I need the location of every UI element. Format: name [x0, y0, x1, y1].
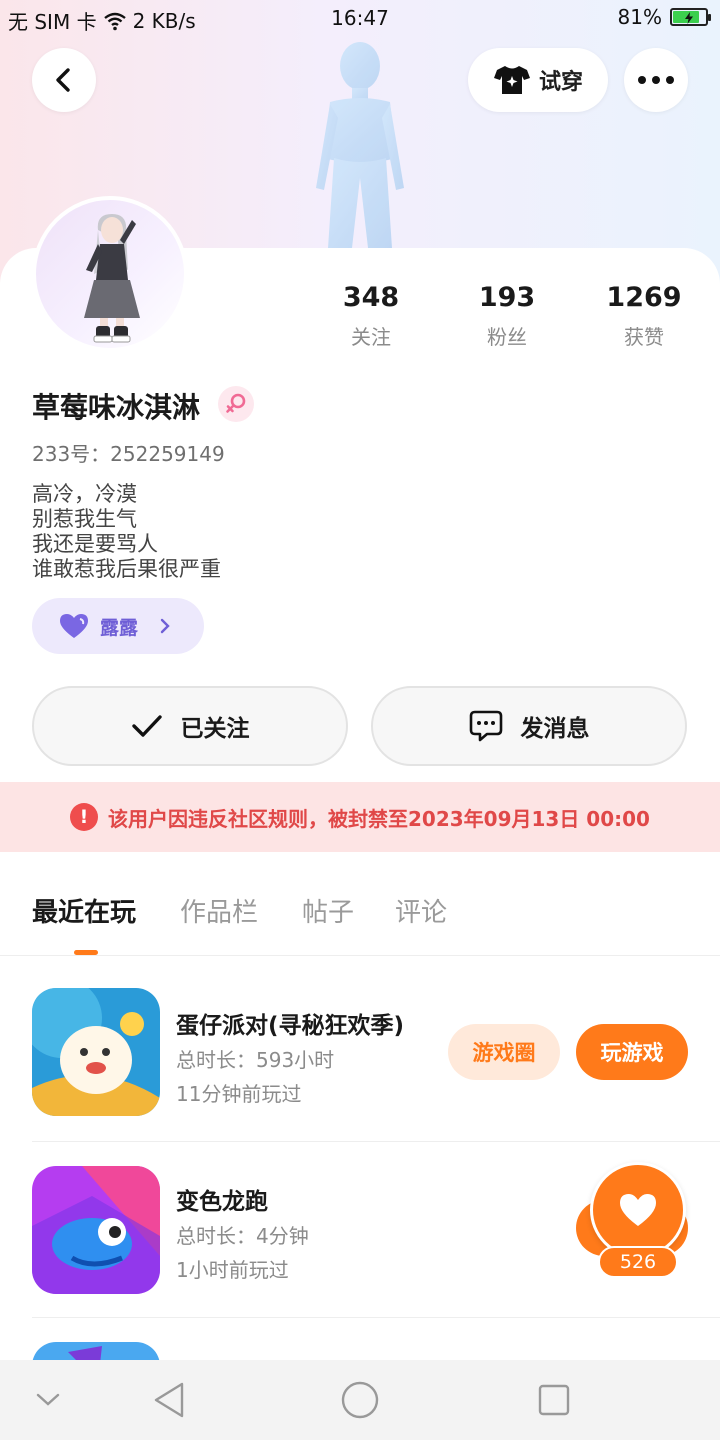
heart-icon — [620, 1194, 656, 1226]
tab-comments[interactable]: 评论 — [395, 892, 447, 929]
tshirt-icon — [493, 66, 530, 94]
stat-following[interactable]: 348 关注 — [316, 282, 426, 350]
more-options-button[interactable] — [624, 48, 688, 112]
tab-works[interactable]: 作品栏 — [180, 892, 258, 929]
chat-bubble-icon — [469, 710, 502, 742]
stat-likes[interactable]: 1269 获赞 — [589, 282, 699, 350]
bio-line: 我还是要骂人 — [32, 532, 158, 556]
stat-following-value: 348 — [342, 282, 400, 313]
followed-label: 已关注 — [180, 716, 250, 742]
game-icon-partial — [32, 1342, 160, 1360]
game-icon-eggy-party — [32, 988, 160, 1116]
stat-likes-label: 获赞 — [624, 325, 664, 349]
stat-following-label: 关注 — [351, 325, 391, 349]
back-arrow-icon — [56, 68, 70, 92]
like-floating-button[interactable]: 526 — [576, 1160, 688, 1282]
game-list-item[interactable] — [32, 1318, 720, 1360]
nav-back-icon[interactable] — [152, 1380, 188, 1420]
avatar-3d-figure-image — [316, 42, 404, 248]
game-title: 变色龙跑 — [176, 1189, 268, 1215]
hide-keyboard-chevron-icon[interactable] — [34, 1390, 62, 1410]
battery-level-fill — [673, 11, 699, 24]
ban-notice-banner: ! 该用户因违反社区规则，被封禁至2023年09月13日 00:00 — [0, 782, 720, 852]
stat-fans-value: 193 — [478, 282, 536, 313]
status-bar: 无 SIM 卡 2 KB/s 16:47 81% — [0, 0, 720, 38]
followed-button[interactable]: 已关注 — [32, 686, 348, 766]
nav-recents-icon[interactable] — [537, 1383, 571, 1417]
warning-icon: ! — [70, 803, 99, 831]
system-navigation-bar — [0, 1360, 720, 1440]
eggy-party-art — [32, 988, 160, 1116]
partner-tag-label: 露露 — [100, 616, 139, 639]
avatar[interactable] — [32, 196, 188, 352]
send-message-label: 发消息 — [520, 716, 590, 742]
active-tab-indicator — [74, 950, 98, 955]
avatar-character-image — [84, 214, 140, 343]
game-last-played: 1小时前玩过 — [176, 1258, 289, 1282]
chameleon-run-art — [32, 1166, 160, 1294]
bio-line: 高冷，冷漠 — [32, 482, 137, 506]
like-heart-circle[interactable] — [590, 1162, 686, 1258]
stat-likes-value: 1269 — [606, 282, 682, 313]
game-duration: 总时长：593小时 — [176, 1048, 335, 1072]
charging-bolt-icon — [685, 12, 693, 24]
clock-text: 16:47 — [331, 6, 389, 30]
content-tabs: 最近在玩 作品栏 帖子 评论 — [0, 880, 720, 956]
chevron-right-icon — [160, 618, 170, 634]
try-on-label: 试穿 — [538, 70, 583, 95]
bio-line: 别惹我生气 — [32, 507, 137, 531]
game-last-played: 11分钟前玩过 — [176, 1082, 302, 1106]
user-id: 233号：252259149 — [32, 442, 225, 466]
partner-tag-button[interactable]: 露露 — [32, 598, 204, 654]
ban-notice-text: 该用户因违反社区规则，被封禁至2023年09月13日 00:00 — [108, 806, 650, 831]
game-circle-button[interactable]: 游戏圈 — [448, 1024, 560, 1080]
game-partial-art — [32, 1342, 160, 1360]
play-game-button[interactable]: 玩游戏 — [576, 1024, 688, 1080]
game-icon-chameleon-run — [32, 1166, 160, 1294]
send-message-button[interactable]: 发消息 — [371, 686, 687, 766]
tab-posts[interactable]: 帖子 — [302, 892, 354, 929]
game-list-item[interactable]: 蛋仔派对(寻秘狂欢季) 总时长：593小时 11分钟前玩过 游戏圈 玩游戏 — [32, 956, 720, 1142]
try-on-button[interactable]: 试穿 — [468, 48, 608, 112]
nav-home-icon[interactable] — [340, 1380, 380, 1420]
checkmark-icon — [131, 715, 162, 737]
tab-recently-played[interactable]: 最近在玩 — [32, 892, 136, 929]
like-count: 526 — [598, 1246, 678, 1278]
back-button[interactable] — [32, 48, 96, 112]
game-duration: 总时长：4分钟 — [176, 1224, 309, 1248]
more-dots-icon — [638, 76, 674, 84]
stat-fans-label: 粉丝 — [487, 325, 527, 349]
bio-line: 谁敢惹我后果很严重 — [32, 557, 221, 581]
battery-icon — [670, 8, 711, 26]
gender-badge — [218, 386, 254, 422]
female-gender-icon — [226, 393, 246, 413]
username: 草莓味冰淇淋 — [32, 391, 201, 424]
stat-fans[interactable]: 193 粉丝 — [452, 282, 562, 350]
game-title: 蛋仔派对(寻秘狂欢季) — [176, 1013, 405, 1039]
battery-percent-text: 81% — [617, 5, 662, 29]
status-right: 81% — [617, 5, 711, 29]
purple-heart-icon — [60, 614, 88, 638]
bio: 高冷，冷漠 别惹我生气 我还是要骂人 谁敢惹我后果很严重 — [32, 482, 221, 582]
